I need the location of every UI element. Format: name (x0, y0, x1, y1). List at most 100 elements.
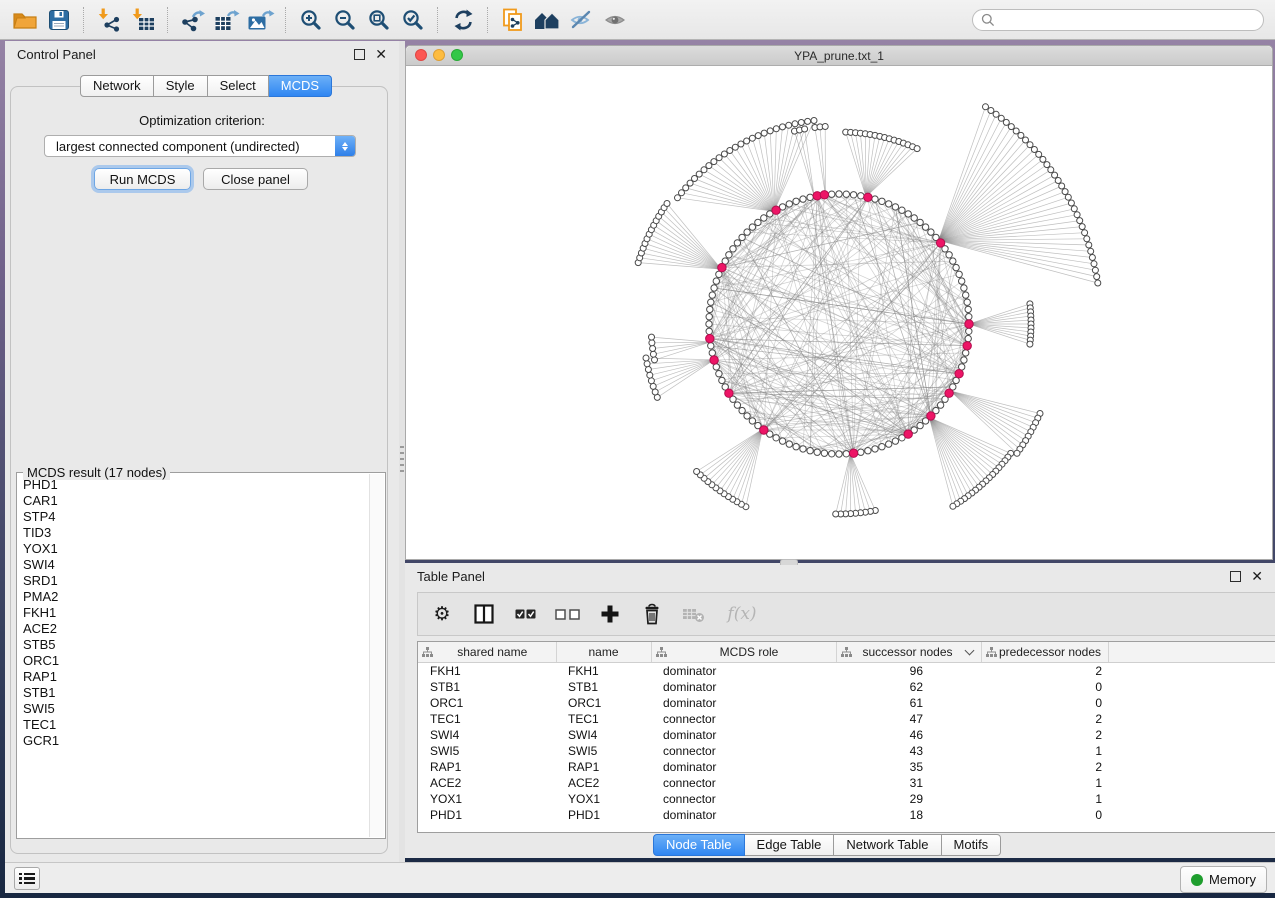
zoom-selected-button[interactable] (396, 4, 430, 36)
zoom-out-button[interactable] (328, 4, 362, 36)
result-node-item[interactable]: SWI5 (23, 701, 369, 717)
hide-selected-button[interactable] (564, 4, 598, 36)
column-header-MCDS-role[interactable]: MCDS role (651, 642, 836, 663)
mcds-result-list[interactable]: PHD1CAR1STP4TID3YOX1SWI4SRD1PMA2FKH1ACE2… (17, 477, 369, 836)
first-neighbors-button[interactable] (530, 4, 564, 36)
network-window-titlebar[interactable]: YPA_prune.txt_1 (406, 46, 1272, 66)
column-header-successor-nodes[interactable]: successor nodes (836, 642, 981, 663)
table-options-button[interactable]: ⚙ (428, 599, 456, 629)
result-node-item[interactable]: GCR1 (23, 733, 369, 749)
result-node-item[interactable]: PMA2 (23, 589, 369, 605)
search-input[interactable] (1000, 12, 1244, 29)
close-window-icon[interactable] (415, 49, 427, 61)
refresh-button[interactable] (446, 4, 480, 36)
result-node-item[interactable]: FKH1 (23, 605, 369, 621)
cell: connector (651, 775, 836, 791)
import-network-button[interactable] (92, 4, 126, 36)
show-all-button[interactable] (598, 4, 632, 36)
tab-node-table[interactable]: Node Table (653, 834, 745, 856)
table-row-ORC1[interactable]: ORC1ORC1dominator610 (418, 695, 1275, 711)
table-row-PHD1[interactable]: PHD1PHD1dominator180 (418, 807, 1275, 823)
maximize-window-icon[interactable] (451, 49, 463, 61)
tab-network[interactable]: Network (80, 75, 154, 97)
result-node-item[interactable]: PHD1 (23, 477, 369, 493)
network-canvas[interactable] (406, 66, 1272, 560)
run-mcds-button[interactable]: Run MCDS (94, 168, 191, 190)
result-node-item[interactable]: STB5 (23, 637, 369, 653)
result-node-item[interactable]: SRD1 (23, 573, 369, 589)
search-field[interactable] (972, 9, 1264, 31)
select-all-button[interactable] (512, 599, 540, 629)
sort-descending-icon[interactable] (964, 646, 974, 656)
deselect-all-button[interactable] (554, 599, 582, 629)
result-node-item[interactable]: TID3 (23, 525, 369, 541)
delete-column-button[interactable] (638, 599, 666, 629)
cell: 2 (981, 759, 1108, 775)
result-node-item[interactable]: YOX1 (23, 541, 369, 557)
show-all-eye-icon (603, 9, 627, 31)
toolbar-separator (437, 7, 439, 33)
result-node-item[interactable]: CAR1 (23, 493, 369, 509)
memory-button[interactable]: Memory (1180, 866, 1267, 893)
cell: SWI5 (556, 743, 651, 759)
result-node-item[interactable]: ACE2 (23, 621, 369, 637)
tab-select[interactable]: Select (208, 75, 269, 97)
add-column-button[interactable] (596, 599, 624, 629)
result-scrollbar[interactable] (369, 474, 384, 837)
close-panel-button[interactable]: Close panel (203, 168, 308, 190)
attribute-type-icon (422, 647, 433, 658)
zoom-selected-icon (402, 9, 424, 31)
zoom-fit-button[interactable] (362, 4, 396, 36)
optimization-criterion-select[interactable]: largest connected component (undirected) (44, 135, 356, 157)
cell: 29 (836, 791, 981, 807)
task-history-button[interactable] (14, 867, 40, 890)
control-panel-title: Control Panel (17, 47, 96, 62)
clone-network-button[interactable] (496, 4, 530, 36)
zoom-in-button[interactable] (294, 4, 328, 36)
delete-table-button[interactable] (680, 599, 708, 629)
table-row-STB1[interactable]: STB1STB1dominator620 (418, 679, 1275, 695)
table-row-FKH1[interactable]: FKH1FKH1dominator962 (418, 663, 1275, 680)
column-header-name[interactable]: name (556, 642, 651, 663)
tab-edge-table[interactable]: Edge Table (745, 834, 835, 856)
import-table-button[interactable] (126, 4, 160, 36)
result-node-item[interactable]: ORC1 (23, 653, 369, 669)
result-node-item[interactable]: TEC1 (23, 717, 369, 733)
export-table-button[interactable] (210, 4, 244, 36)
cell: STB1 (418, 679, 556, 695)
cell: dominator (651, 727, 836, 743)
result-node-item[interactable]: STP4 (23, 509, 369, 525)
horizontal-splitter-grip[interactable] (780, 559, 798, 565)
function-builder-button[interactable]: f(x) (722, 599, 762, 629)
float-panel-icon[interactable] (354, 49, 365, 60)
cell: dominator (651, 695, 836, 711)
save-session-button[interactable] (42, 4, 76, 36)
minimize-window-icon[interactable] (433, 49, 445, 61)
open-session-button[interactable] (8, 4, 42, 36)
export-image-button[interactable] (244, 4, 278, 36)
close-panel-icon[interactable]: ✕ (375, 47, 387, 61)
select-spinner-icon (335, 136, 355, 156)
table-row-RAP1[interactable]: RAP1RAP1dominator352 (418, 759, 1275, 775)
tab-style[interactable]: Style (154, 75, 208, 97)
trash-icon (642, 603, 662, 625)
float-panel-icon[interactable] (1230, 571, 1241, 582)
result-node-item[interactable]: SWI4 (23, 557, 369, 573)
show-columns-button[interactable] (470, 599, 498, 629)
tab-network-table[interactable]: Network Table (834, 834, 941, 856)
result-node-item[interactable]: STB1 (23, 685, 369, 701)
tab-mcds[interactable]: MCDS (269, 75, 332, 97)
close-panel-icon[interactable]: ✕ (1251, 569, 1263, 583)
table-row-YOX1[interactable]: YOX1YOX1connector291 (418, 791, 1275, 807)
hide-selected-eye-slash-icon (569, 9, 593, 31)
table-row-SWI5[interactable]: SWI5SWI5connector431 (418, 743, 1275, 759)
tab-motifs[interactable]: Motifs (942, 834, 1002, 856)
column-header-predecessor-nodes[interactable]: predecessor nodes (981, 642, 1108, 663)
cell: dominator (651, 759, 836, 775)
export-network-button[interactable] (176, 4, 210, 36)
table-row-TEC1[interactable]: TEC1TEC1connector472 (418, 711, 1275, 727)
table-row-ACE2[interactable]: ACE2ACE2connector311 (418, 775, 1275, 791)
result-node-item[interactable]: RAP1 (23, 669, 369, 685)
column-header-shared-name[interactable]: shared name (418, 642, 556, 663)
table-row-SWI4[interactable]: SWI4SWI4dominator462 (418, 727, 1275, 743)
